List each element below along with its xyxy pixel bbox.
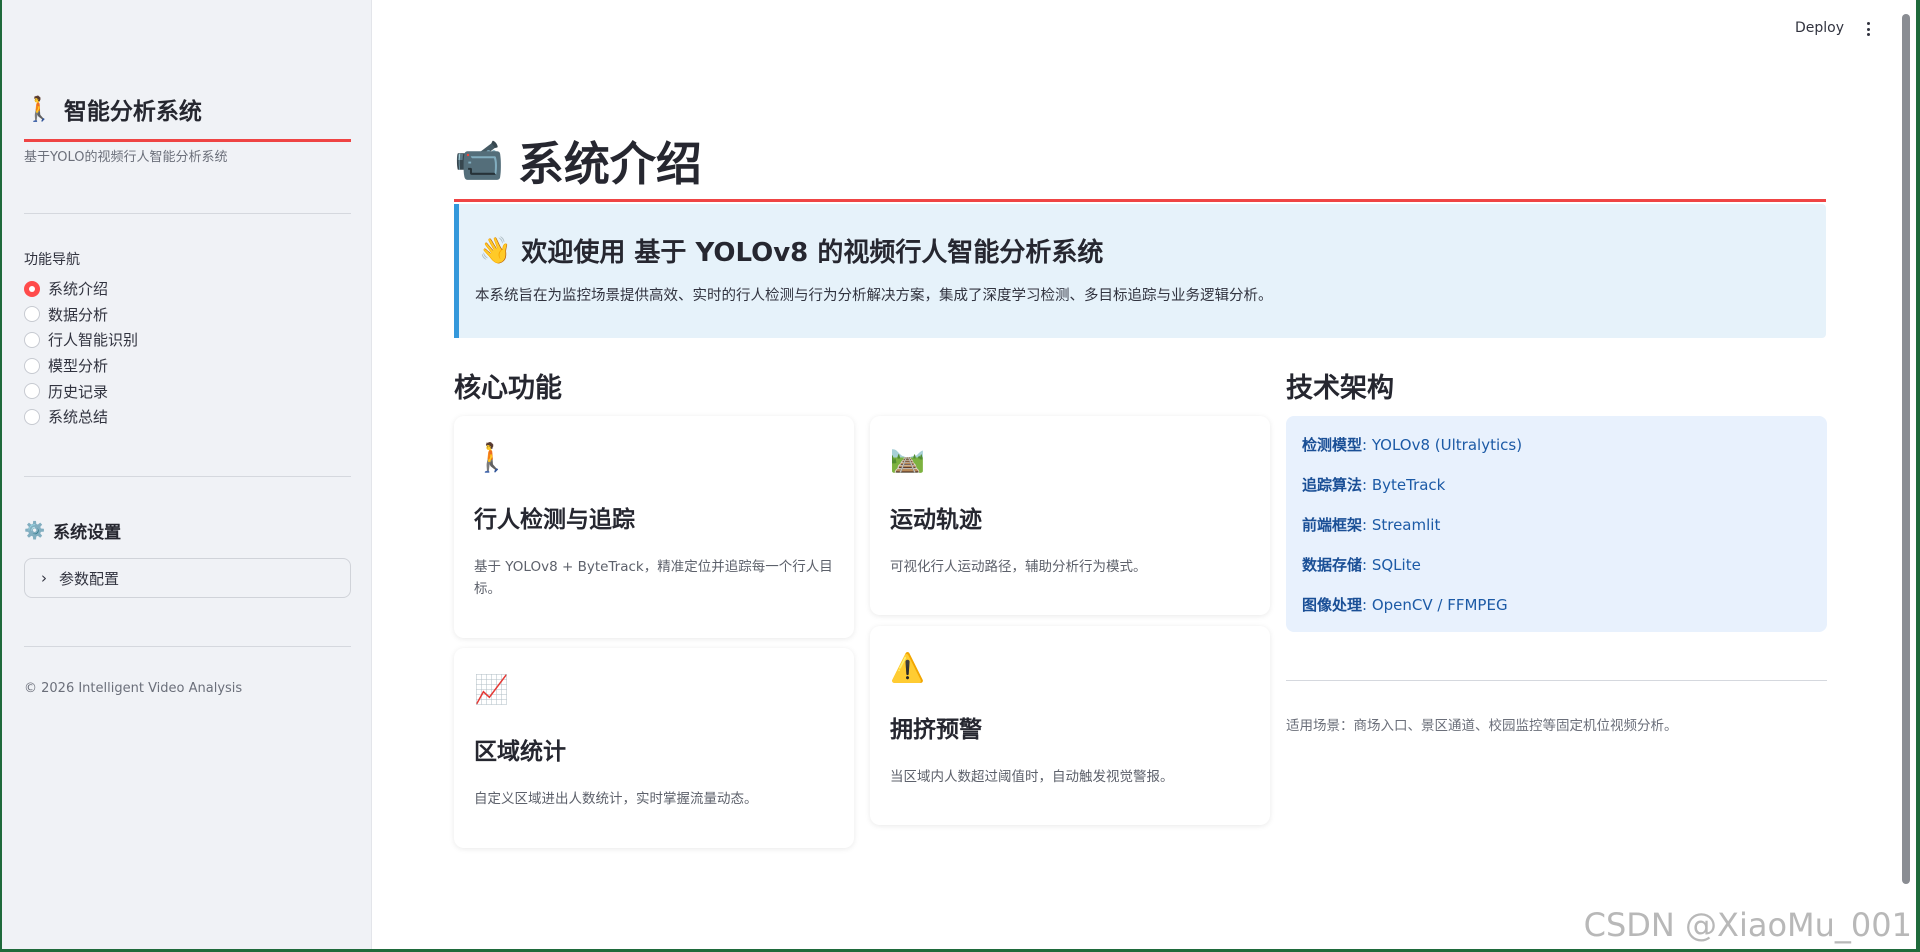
feature-card-detection: 🚶 行人检测与追踪 基于 YOLOv8 + ByteTrack，精准定位并追踪每… — [454, 416, 854, 638]
welcome-heading-text: 欢迎使用 基于 YOLOv8 的视频行人智能分析系统 — [521, 238, 1104, 268]
nav-item-history[interactable]: 历史记录 — [24, 378, 138, 404]
tech-item-image-processing: 图像处理: OpenCV / FFMPEG — [1302, 596, 1508, 614]
chevron-right-icon: › — [41, 569, 47, 587]
tech-item-tracking: 追踪算法: ByteTrack — [1302, 476, 1446, 494]
copyright-text: © 2026 Intelligent Video Analysis — [24, 681, 243, 696]
tech-item-storage: 数据存储: SQLite — [1302, 556, 1421, 574]
sidebar-title: 🚶 智能分析系统 — [24, 92, 351, 126]
nav-item-summary[interactable]: 系统总结 — [24, 404, 138, 430]
expander-label: 参数配置 — [59, 569, 120, 588]
gear-icon: ⚙️ — [24, 520, 46, 541]
nav-item-model-analysis[interactable]: 模型分析 — [24, 353, 138, 379]
welcome-heading: 👋 欢迎使用 基于 YOLOv8 的视频行人智能分析系统 — [479, 232, 1103, 269]
walking-person-icon: 🚶 — [24, 95, 54, 123]
warning-icon: ⚠️ — [890, 651, 925, 684]
sidebar-divider — [24, 646, 351, 647]
page-title: 📹 系统介绍 — [454, 128, 702, 194]
feature-card-title: 区域统计 — [474, 739, 566, 765]
page-title-underline — [454, 199, 1826, 202]
nav-item-label: 系统总结 — [48, 408, 109, 427]
radio-unselected-icon — [24, 357, 40, 374]
chart-increasing-icon: 📈 — [474, 673, 509, 706]
radio-unselected-icon — [24, 408, 40, 425]
nav-item-label: 系统介绍 — [48, 280, 109, 299]
tech-architecture-title: 技术架构 — [1286, 373, 1394, 404]
settings-title: 系统设置 — [53, 523, 122, 543]
waving-hand-icon: 👋 — [479, 235, 512, 266]
radio-unselected-icon — [24, 383, 40, 400]
radio-selected-icon — [24, 280, 40, 297]
settings-heading: ⚙️ 系统设置 — [24, 518, 122, 544]
sidebar-title-text: 智能分析系统 — [63, 99, 202, 125]
main-content: Deploy 📹 系统介绍 👋 欢迎使用 基于 YOLOv8 的视频行人智能分析… — [372, 0, 1916, 949]
scenario-text: 适用场景：商场入口、景区通道、校园监控等固定机位视频分析。 — [1286, 718, 1678, 734]
sidebar-divider — [24, 213, 351, 214]
feature-card-desc: 自定义区域进出人数统计，实时掌握流量动态。 — [474, 791, 758, 807]
deploy-button[interactable]: Deploy — [1795, 20, 1844, 36]
nav-item-pedestrian-recognition[interactable]: 行人智能识别 — [24, 327, 138, 353]
radio-unselected-icon — [24, 331, 40, 348]
nav-item-system-intro[interactable]: 系统介绍 — [24, 276, 138, 302]
tech-item-frontend: 前端框架: Streamlit — [1302, 516, 1441, 534]
app-window: 🚶 智能分析系统 基于YOLO的视频行人智能分析系统 功能导航 系统介绍 数据分… — [2, 0, 1916, 949]
feature-card-title: 行人检测与追踪 — [474, 507, 635, 533]
feature-card-title: 拥挤预警 — [890, 717, 982, 743]
feature-card-trajectory: 🛤️ 运动轨迹 可视化行人运动路径，辅助分析行为模式。 — [870, 416, 1270, 615]
sidebar-subtitle: 基于YOLO的视频行人智能分析系统 — [24, 150, 228, 165]
scrollbar[interactable] — [1902, 14, 1910, 884]
feature-card-title: 运动轨迹 — [890, 507, 982, 533]
welcome-text: 本系统旨在为监控场景提供高效、实时的行人检测与行为分析解决方案，集成了深度学习检… — [475, 288, 1273, 304]
sidebar-title-underline — [24, 139, 351, 142]
sidebar: 🚶 智能分析系统 基于YOLO的视频行人智能分析系统 功能导航 系统介绍 数据分… — [2, 0, 372, 949]
nav-item-label: 模型分析 — [48, 357, 109, 376]
feature-card-desc: 当区域内人数超过阈值时，自动触发视觉警报。 — [890, 769, 1174, 785]
feature-card-desc: 可视化行人运动路径，辅助分析行为模式。 — [890, 559, 1147, 575]
nav-item-data-analysis[interactable]: 数据分析 — [24, 302, 138, 328]
tech-divider — [1286, 680, 1827, 681]
feature-card-crowd-alert: ⚠️ 拥挤预警 当区域内人数超过阈值时，自动触发视觉警报。 — [870, 626, 1270, 825]
page-title-text: 系统介绍 — [517, 137, 702, 191]
feature-card-desc: 基于 YOLOv8 + ByteTrack，精准定位并追踪每一个行人目标。 — [474, 559, 833, 597]
tech-item-model: 检测模型: YOLOv8 (Ultralytics) — [1302, 436, 1523, 454]
nav-item-label: 数据分析 — [48, 305, 109, 324]
walking-person-icon: 🚶 — [474, 441, 509, 474]
radio-unselected-icon — [24, 306, 40, 323]
video-camera-icon: 📹 — [454, 138, 504, 184]
nav-item-label: 历史记录 — [48, 382, 109, 401]
watermark: CSDN @XiaoMu_001 — [1583, 906, 1912, 944]
railway-track-icon: 🛤️ — [890, 441, 925, 474]
feature-card-region-stats: 📈 区域统计 自定义区域进出人数统计，实时掌握流量动态。 — [454, 648, 854, 848]
sidebar-divider — [24, 476, 351, 477]
nav-item-label: 行人智能识别 — [48, 331, 139, 350]
nav-label: 功能导航 — [24, 252, 80, 268]
core-features-title: 核心功能 — [454, 373, 562, 404]
param-config-expander[interactable]: › 参数配置 — [24, 558, 351, 598]
more-menu-icon[interactable] — [1860, 19, 1876, 39]
welcome-banner: 👋 欢迎使用 基于 YOLOv8 的视频行人智能分析系统 本系统旨在为监控场景提… — [454, 204, 1826, 338]
nav-radio-group: 系统介绍 数据分析 行人智能识别 模型分析 历史记录 系统总结 — [24, 276, 138, 430]
tech-architecture-box: 检测模型: YOLOv8 (Ultralytics) 追踪算法: ByteTra… — [1286, 416, 1827, 632]
